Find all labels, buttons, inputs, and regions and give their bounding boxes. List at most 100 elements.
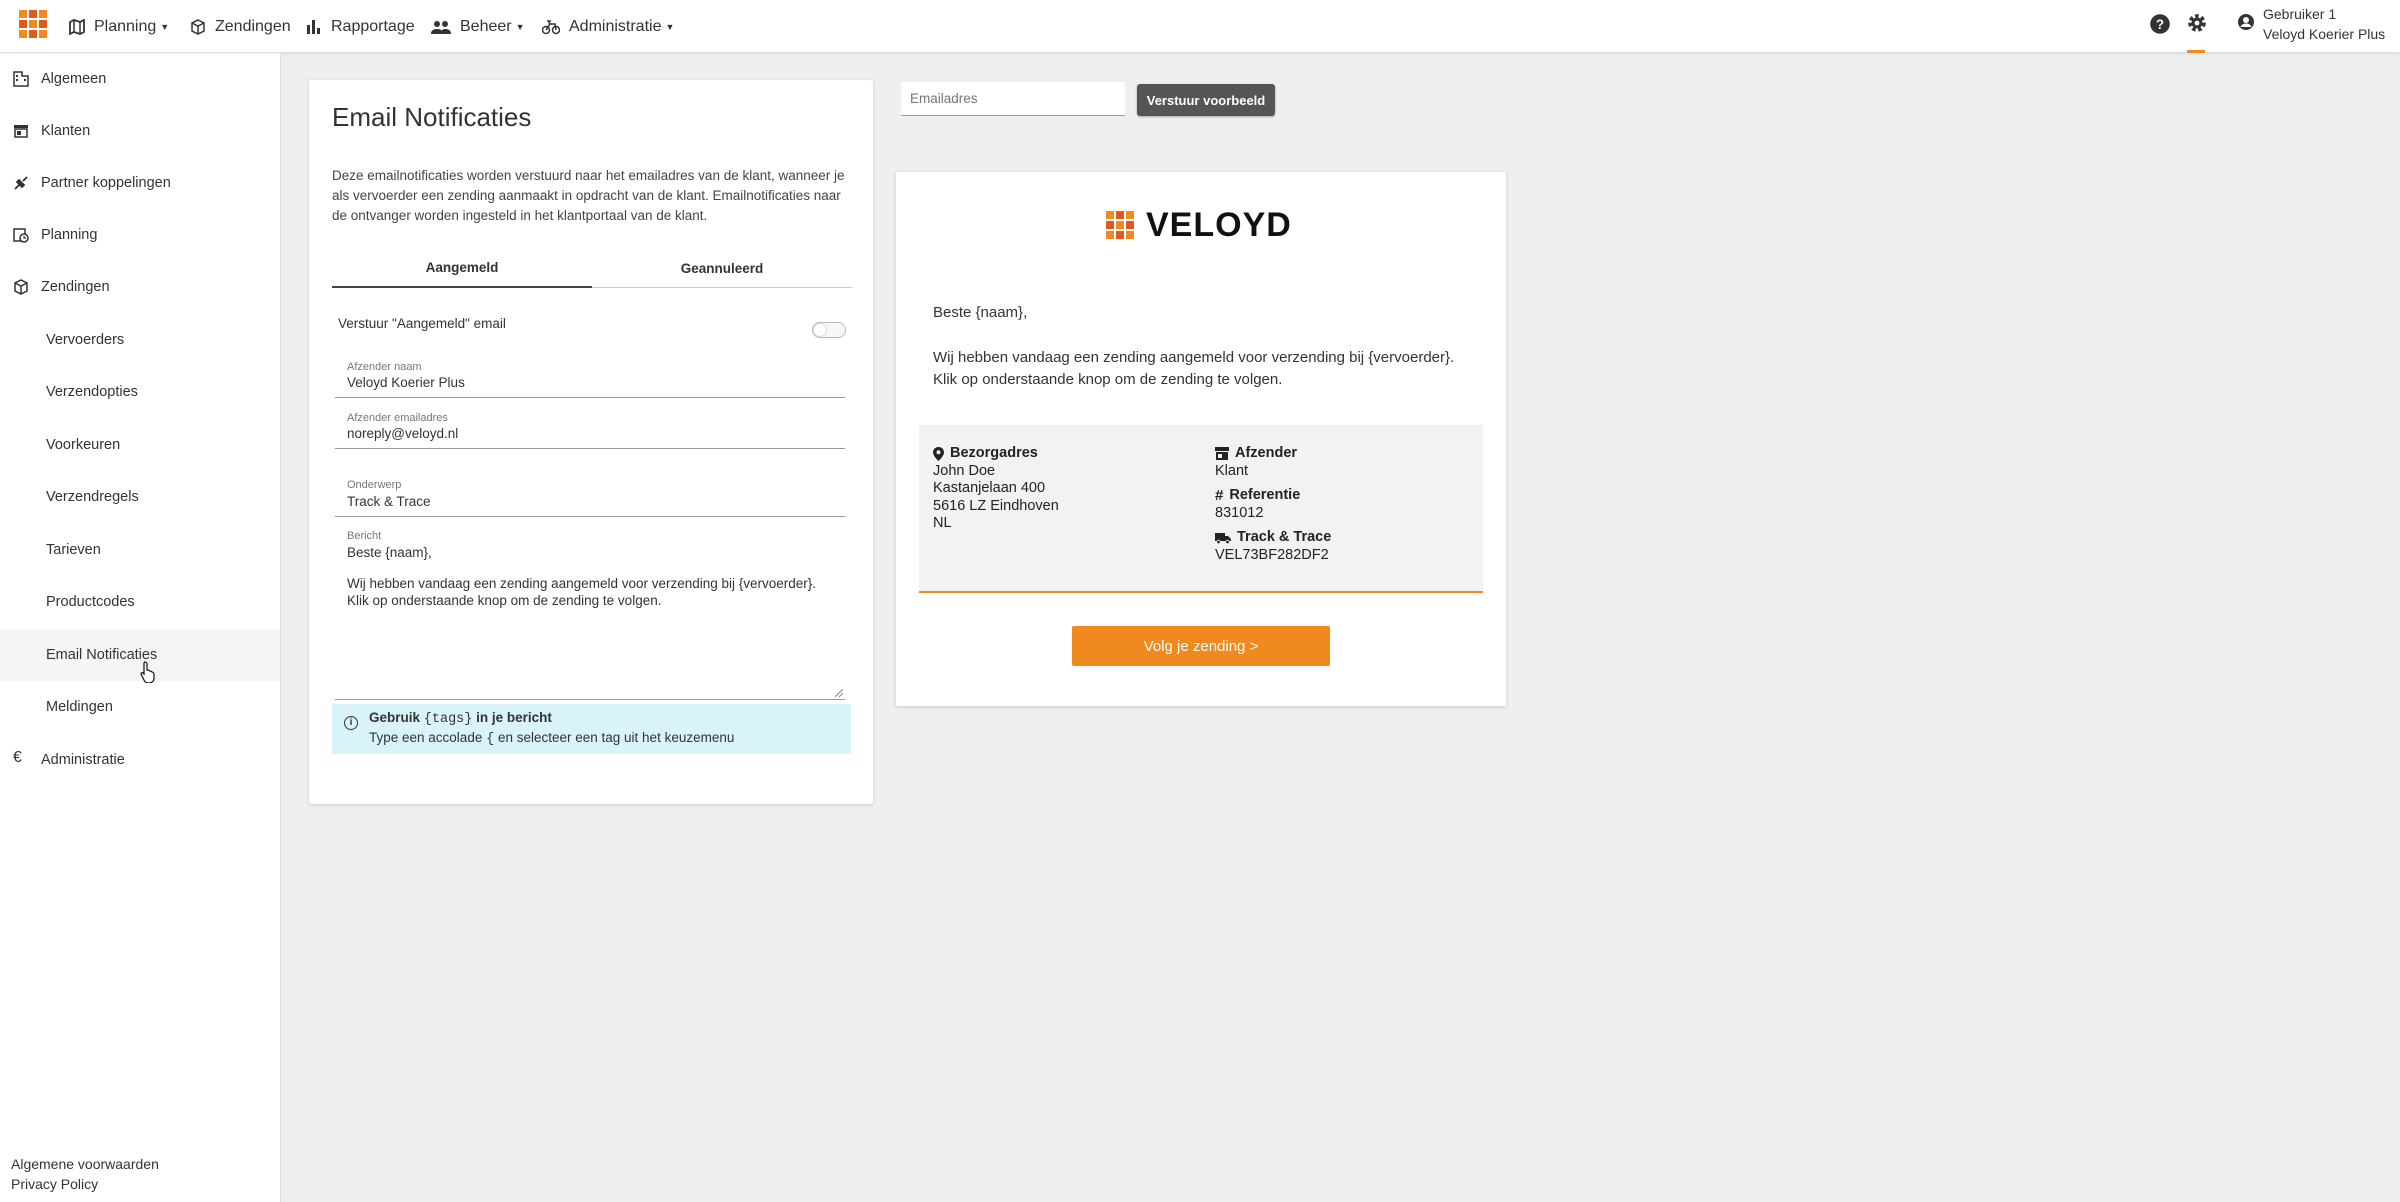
account-circle-icon[interactable] [2237, 13, 2255, 31]
sidebar-item-productcodes[interactable]: Productcodes [0, 576, 280, 628]
nav-planning[interactable]: Planning ▼ [69, 0, 169, 53]
sender-email-field[interactable]: Afzender emailadres noreply@veloyd.nl [335, 407, 845, 449]
info-body: Type een accolade { en selecteer een tag… [369, 730, 735, 747]
subject-field[interactable]: Onderwerp Track & Trace [335, 474, 845, 517]
address-line: Kastanjelaan 400 [933, 480, 1046, 496]
brand-name: VELOYD [1146, 205, 1292, 244]
sidebar-item-verzendopties[interactable]: Verzendopties [0, 366, 280, 418]
store-icon [14, 125, 28, 138]
nav-label: Beheer [460, 17, 512, 35]
nav-rapportage[interactable]: Rapportage [306, 0, 415, 53]
sidebar-item-algemeen[interactable]: Algemeen [0, 53, 280, 105]
shipment-details-box: Bezorgadres John Doe Kastanjelaan 400 56… [919, 425, 1483, 593]
sender-value: Klant [1215, 462, 1249, 479]
sidebar-item-verzendregels[interactable]: Verzendregels [0, 471, 280, 523]
bar-chart-icon [307, 19, 320, 34]
mouse-pointer-icon [140, 661, 155, 683]
app-logo-icon[interactable] [19, 10, 47, 38]
sidebar-item-zendingen[interactable]: Zendingen [0, 261, 280, 313]
privacy-link[interactable]: Privacy Policy [11, 1176, 98, 1192]
message-line: Wij hebben vandaag een zending aangemeld… [347, 576, 817, 608]
sidebar-item-label: Meldingen [46, 699, 113, 715]
shipment-info-block: Afzender Klant # Referentie 831012 Track… [1215, 445, 1331, 564]
help-icon[interactable]: ? [2149, 13, 2171, 35]
location-pin-icon [933, 446, 944, 461]
box-icon [191, 18, 205, 35]
message-textarea[interactable]: Bericht Beste {naam}, Wij hebben vandaag… [335, 528, 845, 700]
tracking-heading: Track & Trace [1215, 529, 1331, 547]
sidebar-item-label: Planning [41, 227, 98, 243]
sidebar-item-label: Administratie [41, 752, 125, 768]
user-menu[interactable]: Gebruiker 1 Veloyd Koerier Plus [2263, 4, 2385, 44]
hash-icon: # [1215, 487, 1224, 504]
map-icon [69, 18, 85, 35]
tab-geannuleerd[interactable]: Geannuleerd [592, 248, 852, 288]
reference-heading: # Referentie [1215, 487, 1301, 504]
field-label: Afzender emailadres [347, 412, 448, 424]
calendar-clock-icon [13, 228, 29, 243]
building-icon [13, 71, 29, 87]
info-icon: i [344, 716, 358, 730]
caret-down-icon: ▼ [160, 21, 170, 32]
svg-text:?: ? [2156, 17, 2164, 32]
address-line: NL [933, 515, 952, 531]
email-preview: VELOYD Beste {naam}, Wij hebben vandaag … [896, 172, 1506, 706]
nav-label: Administratie [569, 17, 662, 35]
gear-icon[interactable] [2186, 12, 2208, 34]
sidebar-item-label: Verzendregels [46, 489, 139, 505]
caret-down-icon: ▼ [665, 21, 675, 32]
tracking-value: VEL73BF282DF2 [1215, 546, 1329, 563]
user-company: Veloyd Koerier Plus [2263, 26, 2386, 42]
sidebar-item-label: Productcodes [46, 594, 135, 610]
bike-icon [542, 19, 560, 34]
nav-label: Planning [94, 17, 157, 35]
preview-body-line: Klik op onderstaande knop om de zending … [933, 371, 1283, 388]
sidebar-item-label: Verzendopties [46, 384, 138, 400]
sidebar-item-label: Algemeen [41, 71, 107, 87]
field-label: Bericht [347, 530, 382, 542]
page-description: Deze emailnotificaties worden verstuurd … [332, 168, 845, 223]
tab-aangemeld[interactable]: Aangemeld [332, 248, 592, 288]
store-icon [1215, 447, 1229, 461]
send-preview-button[interactable]: Verstuur voorbeeld [1137, 84, 1275, 116]
preview-email-input[interactable] [901, 82, 1125, 116]
sidebar-item-vervoerders[interactable]: Vervoerders [0, 314, 280, 366]
sender-heading: Afzender [1215, 445, 1331, 463]
field-value: Veloyd Koerier Plus [347, 375, 465, 390]
send-aangemeld-toggle[interactable] [812, 322, 846, 338]
sidebar-item-label: Voorkeuren [46, 437, 121, 453]
terms-link[interactable]: Algemene voorwaarden [11, 1156, 159, 1172]
page-title: Email Notificaties [332, 102, 532, 132]
active-settings-indicator [2187, 50, 2205, 53]
sidebar-item-partner-koppelingen[interactable]: Partner koppelingen [0, 157, 280, 209]
info-title: Gebruik {tags} in je bericht [369, 710, 552, 727]
sidebar-item-label: Tarieven [46, 542, 101, 558]
message-line: Beste {naam}, [347, 545, 432, 560]
sidebar-item-voorkeuren[interactable]: Voorkeuren [0, 419, 280, 471]
sidebar-item-planning[interactable]: Planning [0, 209, 280, 261]
nav-beheer[interactable]: Beheer ▼ [431, 0, 525, 53]
sidebar-item-label: Klanten [41, 123, 91, 139]
track-shipment-button[interactable]: Volg je zending > [1072, 626, 1330, 666]
nav-label: Zendingen [215, 17, 291, 35]
sidebar-item-meldingen[interactable]: Meldingen [0, 681, 280, 733]
resize-handle-icon[interactable] [835, 689, 843, 697]
sidebar-item-klanten[interactable]: Klanten [0, 105, 280, 157]
nav-administratie[interactable]: Administratie ▼ [542, 0, 674, 53]
nav-label: Rapportage [331, 17, 415, 35]
veloyd-logo: VELOYD [1106, 205, 1292, 244]
address-line: 5616 LZ Eindhoven [933, 497, 1059, 514]
sender-name-field[interactable]: Afzender naam Veloyd Koerier Plus [335, 356, 845, 398]
sidebar-item-tarieven[interactable]: Tarieven [0, 524, 280, 576]
field-label: Afzender naam [347, 361, 422, 373]
sidebar-item-administratie[interactable]: € Administratie [0, 734, 280, 786]
preview-greeting: Beste {naam}, [933, 304, 1028, 321]
delivery-address-block: Bezorgadres John Doe Kastanjelaan 400 56… [933, 445, 1059, 533]
toggle-label: Verstuur "Aangemeld" email [338, 316, 506, 331]
sidebar-item-label: Vervoerders [46, 332, 125, 348]
tags-info-box: i Gebruik {tags} in je bericht Type een … [332, 704, 851, 754]
field-value: Track & Trace [347, 494, 431, 509]
address-heading: Bezorgadres [933, 445, 1059, 463]
sidebar-item-label: Zendingen [41, 279, 110, 295]
nav-zendingen[interactable]: Zendingen [190, 0, 291, 53]
